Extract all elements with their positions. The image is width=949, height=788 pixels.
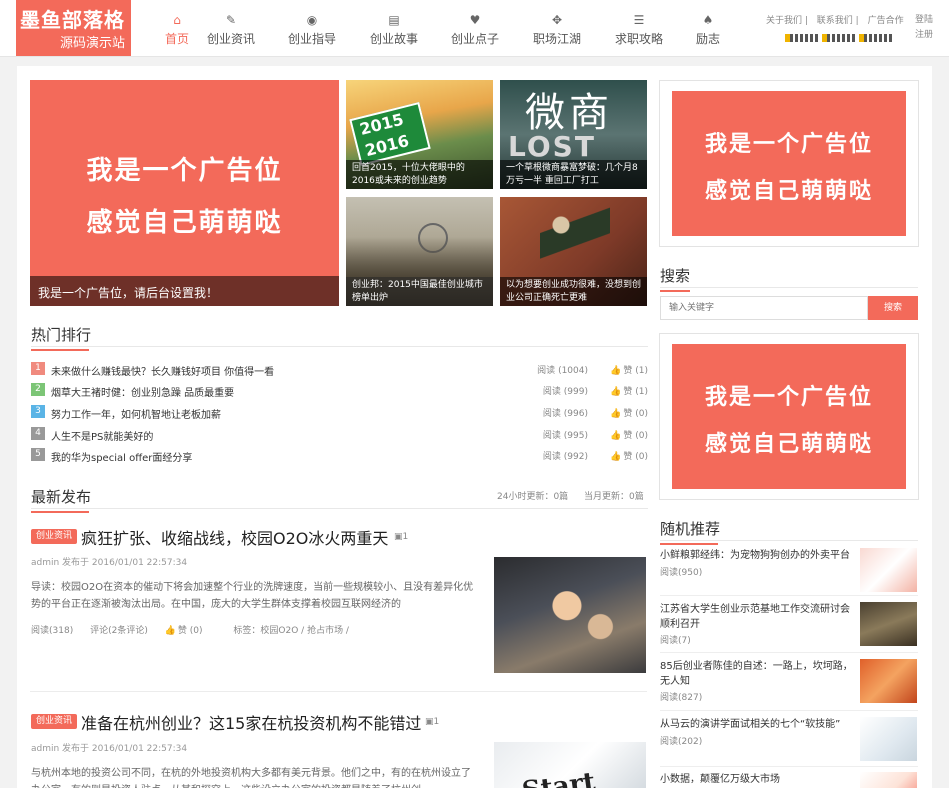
logo-line2: 源码演示站	[59, 36, 125, 51]
hot-item[interactable]: 4 人生不是PS就能美好的 阅读 (995) 👍 赞 (0)	[31, 425, 648, 445]
hero-ad-caption: 我是一个广告位，请后台设置我！	[30, 276, 339, 306]
eye-icon: ◉	[306, 13, 318, 27]
image-count: ▣1	[394, 532, 409, 542]
nav-startup-stories[interactable]: ▤ 创业故事	[353, 0, 435, 56]
logo-line1: 墨鱼部落格	[20, 8, 125, 32]
ads-link[interactable]: 广告合作	[868, 16, 904, 26]
tile-caption: 回首2015，十位大佬眼中的2016或未来的创业趋势	[346, 160, 493, 189]
like-button[interactable]: 👍 赞 (1)	[610, 384, 648, 397]
site-logo[interactable]: 墨鱼部落格 源码演示站	[16, 0, 131, 56]
like-button[interactable]: 👍 赞 (0)	[610, 449, 648, 462]
post-thumbnail[interactable]: Start	[494, 742, 646, 788]
account-links: 登陆 注册	[915, 13, 933, 43]
hot-item[interactable]: 5 我的华为special offer面经分享 阅读 (992) 👍 赞 (0)	[31, 446, 648, 466]
post-meta: 阅读(318) 评论(2条评论) 👍 赞 (0) 标签：校园O2O / 抢占市场 …	[31, 623, 363, 636]
post-category-tag[interactable]: 创业资讯	[31, 714, 77, 729]
nav-startup-ideas[interactable]: ♥ 创业点子	[434, 0, 516, 56]
thumbs-up-icon: 👍	[610, 409, 622, 419]
post-title[interactable]: 疯狂扩张、收缩战线，校园O2O冰火两重天	[81, 525, 388, 549]
random-thumbnail[interactable]	[860, 602, 917, 646]
badge-icon[interactable]	[822, 34, 856, 42]
post-excerpt: 导读：校园O2O在资本的催动下将会加速整个行业的洗牌速度，当前一些规模较小、且没…	[31, 582, 474, 610]
sidebar-ad-box: 我是一个广告位 感觉自己萌萌哒	[659, 333, 919, 500]
random-thumbnail[interactable]	[860, 659, 917, 703]
random-thumbnail[interactable]	[860, 772, 917, 788]
hot-item[interactable]: 1 未来做什么赚钱最快？长久赚钱好项目 你值得一看 阅读 (1004) 👍 赞 (…	[31, 360, 648, 380]
post-tags[interactable]: 标签：校园O2O / 抢占市场 /	[233, 626, 349, 636]
post-reads: 阅读(318)	[31, 626, 74, 636]
search-input[interactable]	[660, 296, 868, 320]
edit-icon: ✎	[225, 13, 237, 27]
search-button[interactable]: 搜索	[868, 296, 918, 320]
thumbs-up-icon: 👍	[610, 431, 622, 441]
partner-badges	[785, 31, 896, 45]
post-comments[interactable]: 评论(2条评论)	[90, 626, 148, 636]
image-icon: ▣	[425, 717, 434, 727]
tile-caption: 以为想要创业成功很难，没想到创业公司正确死亡更难	[500, 277, 647, 306]
hot-item[interactable]: 2 烟草大王褚时健：创业别急躁 品质最重要 阅读 (999) 👍 赞 (1)	[31, 381, 648, 401]
featured-tile[interactable]: 创业邦：2015中国最佳创业城市榜单出炉	[346, 197, 493, 306]
latest-section-title: 最新发布	[31, 486, 91, 513]
film-icon: ▤	[388, 13, 400, 27]
search-section-title: 搜索	[660, 265, 690, 292]
nav-startup-guide[interactable]: ◉ 创业指导	[271, 0, 353, 56]
random-thumbnail[interactable]	[860, 548, 917, 592]
thumbs-up-icon: 👍	[610, 387, 622, 397]
post-title[interactable]: 准备在杭州创业？这15家在杭投资机构不能错过	[81, 710, 421, 734]
top-links: 关于我们 | 联系我们 | 广告合作	[766, 16, 904, 26]
post-category-tag[interactable]: 创业资讯	[31, 529, 77, 544]
image-count: ▣1	[425, 717, 440, 727]
nav-startup-news[interactable]: ✎ 创业资讯	[190, 0, 272, 56]
tile-overlay-text: LOST	[508, 130, 596, 163]
city-skyline-image	[346, 237, 493, 277]
random-thumbnail[interactable]	[860, 717, 917, 761]
road-sign-image: 2015 2016	[349, 102, 431, 166]
badge-icon[interactable]	[859, 34, 893, 42]
site-header: 墨鱼部落格 源码演示站 ⌂ 首页 ✎ 创业资讯 ◉ 创业指导 ▤ 创业故事 ♥ 创业点子 …	[0, 0, 949, 57]
climbing-man-image	[540, 207, 610, 267]
badge-icon[interactable]	[785, 34, 819, 42]
nav-workplace[interactable]: ✥ 职场江湖	[516, 0, 598, 56]
post-thumbnail[interactable]	[494, 557, 646, 673]
spade-icon: ♠	[702, 13, 714, 27]
nav-inspiration[interactable]: ♠ 励志	[667, 0, 749, 56]
heart-icon: ♥	[469, 13, 481, 27]
move-icon: ✥	[551, 13, 563, 27]
hot-section-title: 热门排行	[31, 324, 91, 351]
like-button[interactable]: 👍 赞 (0)	[165, 626, 217, 636]
post-excerpt: 与杭州本地的投资公司不同，在杭的外地投资机构大多都有美元背景。他们之中，有的在杭…	[31, 768, 471, 788]
like-button[interactable]: 👍 赞 (0)	[610, 428, 648, 441]
updates-month: 当月更新：0篇	[584, 492, 644, 502]
featured-tile[interactable]: 以为想要创业成功很难，没想到创业公司正确死亡更难	[500, 197, 647, 306]
sidebar-ad-banner[interactable]: 我是一个广告位 感觉自己萌萌哒	[672, 344, 906, 489]
sidebar-ad-banner[interactable]: 我是一个广告位 感觉自己萌萌哒	[672, 91, 906, 236]
main-container: 我是一个广告位 感觉自己萌萌哒 我是一个广告位，请后台设置我！ 2015 2016…	[17, 66, 932, 788]
post-author: admin 发布于 2016/01/01 22:57:34	[31, 744, 188, 754]
post-author: admin 发布于 2016/01/01 22:57:34	[31, 558, 188, 568]
featured-tile[interactable]: 微商 LOST 一个草根微商暴富梦破：几个月8万亏一半 重回工厂打工	[500, 80, 647, 189]
updates-24h: 24小时更新：0篇	[497, 492, 569, 502]
about-link[interactable]: 关于我们	[766, 16, 802, 26]
contact-link[interactable]: 联系我们	[817, 16, 853, 26]
register-link[interactable]: 注册	[915, 30, 933, 40]
like-button[interactable]: 👍 赞 (1)	[610, 363, 648, 376]
hot-item[interactable]: 3 努力工作一年，如何机智地让老板加薪 阅读 (996) 👍 赞 (0)	[31, 403, 648, 423]
tile-caption: 一个草根微商暴富梦破：几个月8万亏一半 重回工厂打工	[500, 160, 647, 189]
image-icon: ▣	[394, 532, 403, 542]
thumbs-up-icon: 👍	[610, 452, 622, 462]
login-link[interactable]: 登陆	[915, 15, 933, 25]
thumbs-up-icon: 👍	[610, 366, 622, 376]
random-section-title: 随机推荐	[660, 518, 720, 545]
like-button[interactable]: 👍 赞 (0)	[610, 406, 648, 419]
hero-ad-banner[interactable]: 我是一个广告位 感觉自己萌萌哒 我是一个广告位，请后台设置我！	[30, 80, 339, 306]
sidebar-ad-box: 我是一个广告位 感觉自己萌萌哒	[659, 80, 919, 247]
thumbs-up-icon: 👍	[164, 626, 176, 636]
tile-caption: 创业邦：2015中国最佳创业城市榜单出炉	[346, 277, 493, 306]
featured-tile[interactable]: 2015 2016 回首2015，十位大佬眼中的2016或未来的创业趋势	[346, 80, 493, 189]
